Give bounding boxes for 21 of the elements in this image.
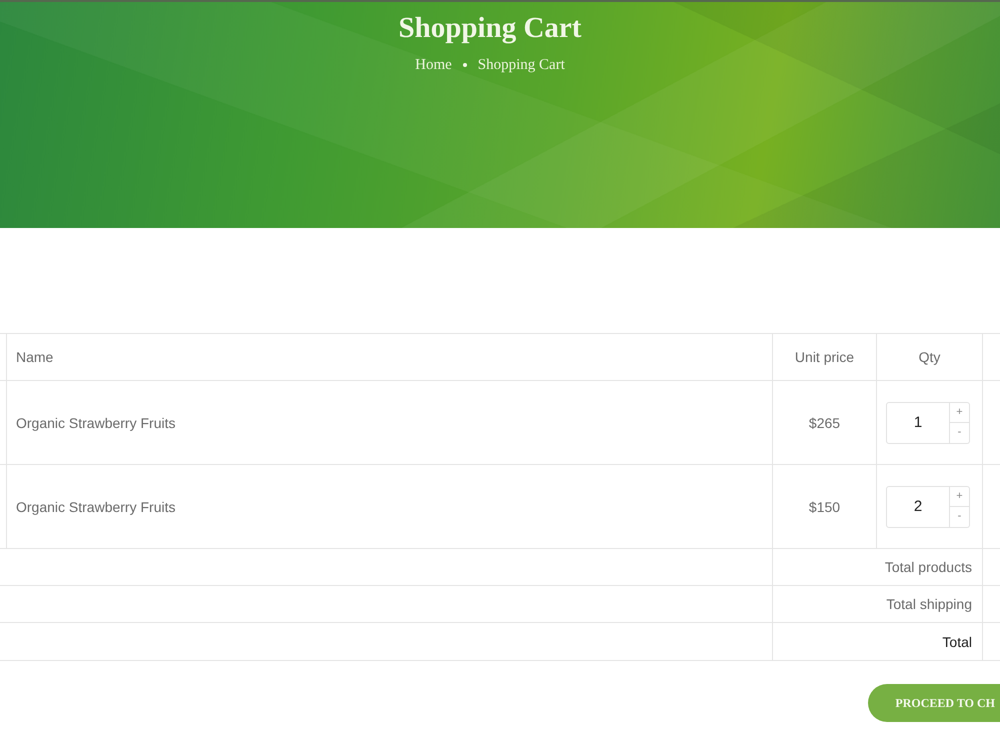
quantity-field[interactable]: 1 [886,402,950,444]
bullet-icon [462,63,467,67]
checkout-button[interactable]: PROCEED TO CH [868,684,1000,722]
quantity-field[interactable]: 2 [886,486,950,528]
column-header: Name [7,334,773,381]
breadcrumb-current: Shopping Cart [478,56,565,74]
subtotal-label: Total products [773,549,983,586]
product-name-cell: Organic Strawberry Fruits [7,465,773,549]
increase-button[interactable]: + [950,486,970,506]
unit-price-cell: $150 [773,465,877,549]
unit-price-cell: $265 [773,381,877,465]
decrease-button[interactable]: - [950,422,970,444]
increase-button[interactable]: + [950,402,970,422]
column-header: Unit price [773,334,877,381]
product-name-cell: Organic Strawberry Fruits [7,381,773,465]
total-label: Total [773,623,983,661]
page-title: Shopping Cart [398,11,582,45]
column-header: Qty [877,334,983,381]
subtotal-label: Total shipping [773,586,983,623]
decrease-button[interactable]: - [950,506,970,528]
breadcrumb-link[interactable]: Home [415,56,452,74]
